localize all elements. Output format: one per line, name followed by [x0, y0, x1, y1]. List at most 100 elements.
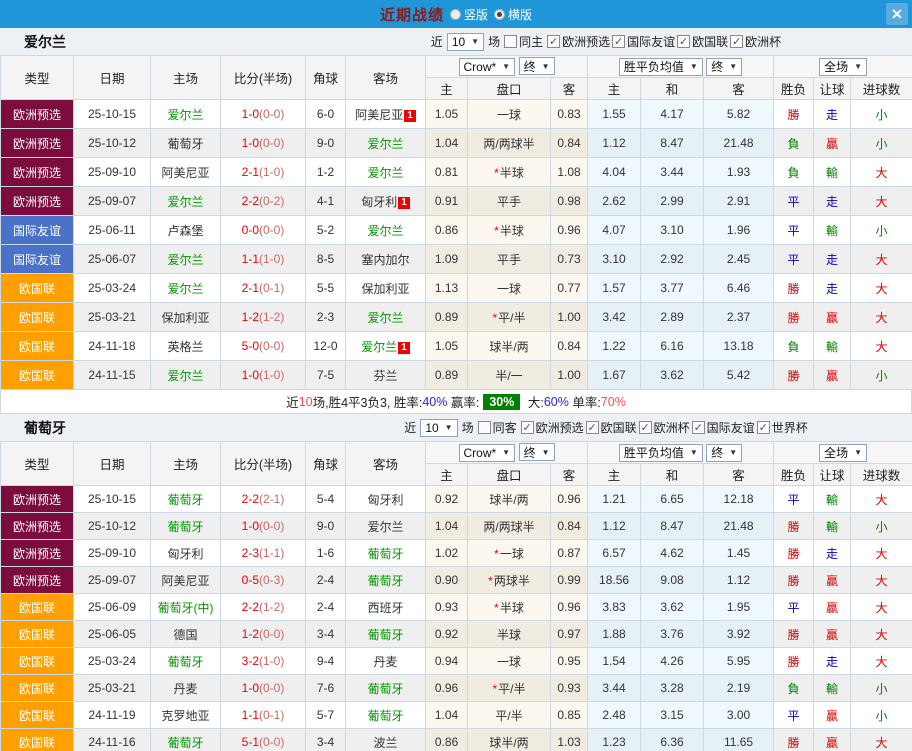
avg-draw-odds: 3.15	[641, 702, 704, 729]
corner-score: 9-4	[306, 648, 346, 675]
goals-indicator: 大	[851, 332, 912, 361]
radio-label-horizontal: 横版	[508, 6, 532, 23]
match-row: 欧国联24-11-18英格兰5-0(0-0)12-0爱尔兰11.05球半/两0.…	[1, 332, 912, 361]
wdl-select[interactable]: 胜平负均值▼	[619, 444, 703, 462]
match-date: 24-11-19	[74, 702, 151, 729]
odds-source-value: Crow*	[464, 60, 497, 74]
league-checkbox[interactable]: ✓	[692, 421, 705, 434]
same-side-checkbox[interactable]	[504, 35, 517, 48]
corner-score: 8-5	[306, 245, 346, 274]
odds-period-select[interactable]: 终▼	[519, 57, 555, 75]
handicap-home-odds: 1.04	[426, 129, 468, 158]
recent-count-select[interactable]: 10 ▼	[420, 419, 457, 437]
avg-draw-odds: 6.16	[641, 332, 704, 361]
handicap-away-odds: 0.85	[551, 702, 588, 729]
home-team-name: 葡萄牙	[167, 736, 203, 750]
scope-select[interactable]: 全场▼	[819, 58, 867, 76]
same-side-filter[interactable]: 同主	[504, 33, 543, 50]
same-side-filter[interactable]: 同客	[478, 419, 517, 436]
match-type-badge: 欧洲预选	[1, 100, 74, 129]
league-filter[interactable]: ✓欧洲杯	[639, 419, 690, 436]
layout-radio-horizontal[interactable]: 横版	[494, 6, 532, 23]
handicap-away-odds: 0.84	[551, 513, 588, 540]
away-team-name: 爱尔兰	[367, 166, 403, 180]
radio-icon-vertical[interactable]	[450, 9, 461, 20]
league-filter[interactable]: ✓国际友谊	[692, 419, 755, 436]
score: 1-0(0-0)	[221, 129, 306, 158]
wdl-period-select[interactable]: 终▼	[706, 444, 742, 462]
ireland-table-body: 欧洲预选25-10-15爱尔兰1-0(0-0)6-0阿美尼亚11.05一球0.8…	[1, 100, 912, 390]
score: 3-2(1-0)	[221, 648, 306, 675]
league-filter[interactable]: ✓欧国联	[677, 33, 728, 50]
handicap-text: 平手	[497, 253, 521, 267]
layout-radio-vertical[interactable]: 竖版	[450, 6, 488, 23]
match-type-badge: 欧国联	[1, 648, 74, 675]
odds-source-select[interactable]: Crow* ▼	[459, 58, 516, 76]
wdl-period-select[interactable]: 终▼	[706, 58, 742, 76]
scope-select[interactable]: 全场▼	[819, 444, 867, 462]
league-filter[interactable]: ✓欧洲杯	[730, 33, 781, 50]
league-filter[interactable]: ✓欧洲预选	[547, 33, 610, 50]
wdl-select[interactable]: 胜平负均值▼	[619, 58, 703, 76]
avg-lose-odds: 1.12	[704, 567, 774, 594]
radio-icon-horizontal[interactable]	[494, 9, 505, 20]
handicap-text: 球半/两	[489, 493, 528, 507]
col-handicap-result: 让球	[814, 78, 851, 100]
score: 0-5(0-3)	[221, 567, 306, 594]
col-odds-away: 客	[551, 78, 588, 100]
recent-count-select[interactable]: 10 ▼	[447, 33, 484, 51]
away-team-name: 塞内加尔	[361, 253, 409, 267]
league-filter[interactable]: ✓世界杯	[757, 419, 808, 436]
handicap-result-indicator: 贏	[814, 361, 851, 390]
match-row: 欧国联25-06-05德国1-2(0-0)3-4葡萄牙0.92半球0.971.8…	[1, 621, 912, 648]
avg-lose-odds: 5.95	[704, 648, 774, 675]
recent-count-value: 10	[452, 35, 465, 49]
match-type-badge: 欧洲预选	[1, 158, 74, 187]
avg-win-odds: 3.44	[588, 675, 641, 702]
fulltime-score: 2-1	[242, 281, 259, 295]
handicap-line: *半球	[468, 216, 551, 245]
league-filter[interactable]: ✓欧国联	[586, 419, 637, 436]
league-checkbox[interactable]: ✓	[730, 35, 743, 48]
near-label: 近	[404, 419, 416, 436]
home-team: 克罗地亚	[151, 702, 221, 729]
league-checkbox[interactable]: ✓	[612, 35, 625, 48]
avg-draw-odds: 3.77	[641, 274, 704, 303]
scope-group-header: 全场▼	[774, 56, 912, 78]
fulltime-score: 5-0	[242, 339, 259, 353]
handicap-line: 半球	[468, 621, 551, 648]
match-type-badge: 国际友谊	[1, 245, 74, 274]
fulltime-score: 1-0	[242, 136, 259, 150]
col-corner: 角球	[306, 442, 346, 486]
handicap-text: 平手	[497, 195, 521, 209]
fulltime-score: 1-1	[242, 252, 259, 266]
odds-source-select[interactable]: Crow*▼	[459, 444, 516, 462]
portugal-results-table: 类型 日期 主场 比分(半场) 角球 客场 Crow*▼ 终▼ 胜平负均值▼ 终…	[0, 441, 912, 751]
league-filter[interactable]: ✓欧洲预选	[521, 419, 584, 436]
chevron-down-icon: ▼	[502, 62, 510, 71]
odds-period-select[interactable]: 终▼	[519, 443, 555, 461]
league-checkbox[interactable]: ✓	[757, 421, 770, 434]
handicap-star: *	[494, 547, 499, 561]
col-avg-win: 主	[588, 78, 641, 100]
league-checkbox[interactable]: ✓	[586, 421, 599, 434]
match-type-badge: 欧洲预选	[1, 540, 74, 567]
halftime-score: (0-0)	[259, 627, 284, 641]
league-checkbox[interactable]: ✓	[547, 35, 560, 48]
match-date: 24-11-18	[74, 332, 151, 361]
match-date: 25-09-10	[74, 540, 151, 567]
same-side-checkbox[interactable]	[478, 421, 491, 434]
goals-indicator: 小	[851, 129, 912, 158]
home-team-name: 爱尔兰	[167, 282, 203, 296]
close-icon[interactable]: ✕	[886, 3, 908, 25]
portugal-table-body: 欧洲预选25-10-15葡萄牙2-2(2-1)5-4匈牙利0.92球半/两0.9…	[1, 486, 912, 751]
league-filter[interactable]: ✓国际友谊	[612, 33, 675, 50]
league-checkbox[interactable]: ✓	[639, 421, 652, 434]
league-checkbox[interactable]: ✓	[677, 35, 690, 48]
home-team: 爱尔兰	[151, 361, 221, 390]
halftime-score: (1-0)	[259, 165, 284, 179]
handicap-text: 两/两球半	[483, 137, 534, 151]
fulltime-score: 3-2	[242, 654, 259, 668]
league-checkbox[interactable]: ✓	[521, 421, 534, 434]
red-card-badge: 1	[404, 110, 416, 122]
